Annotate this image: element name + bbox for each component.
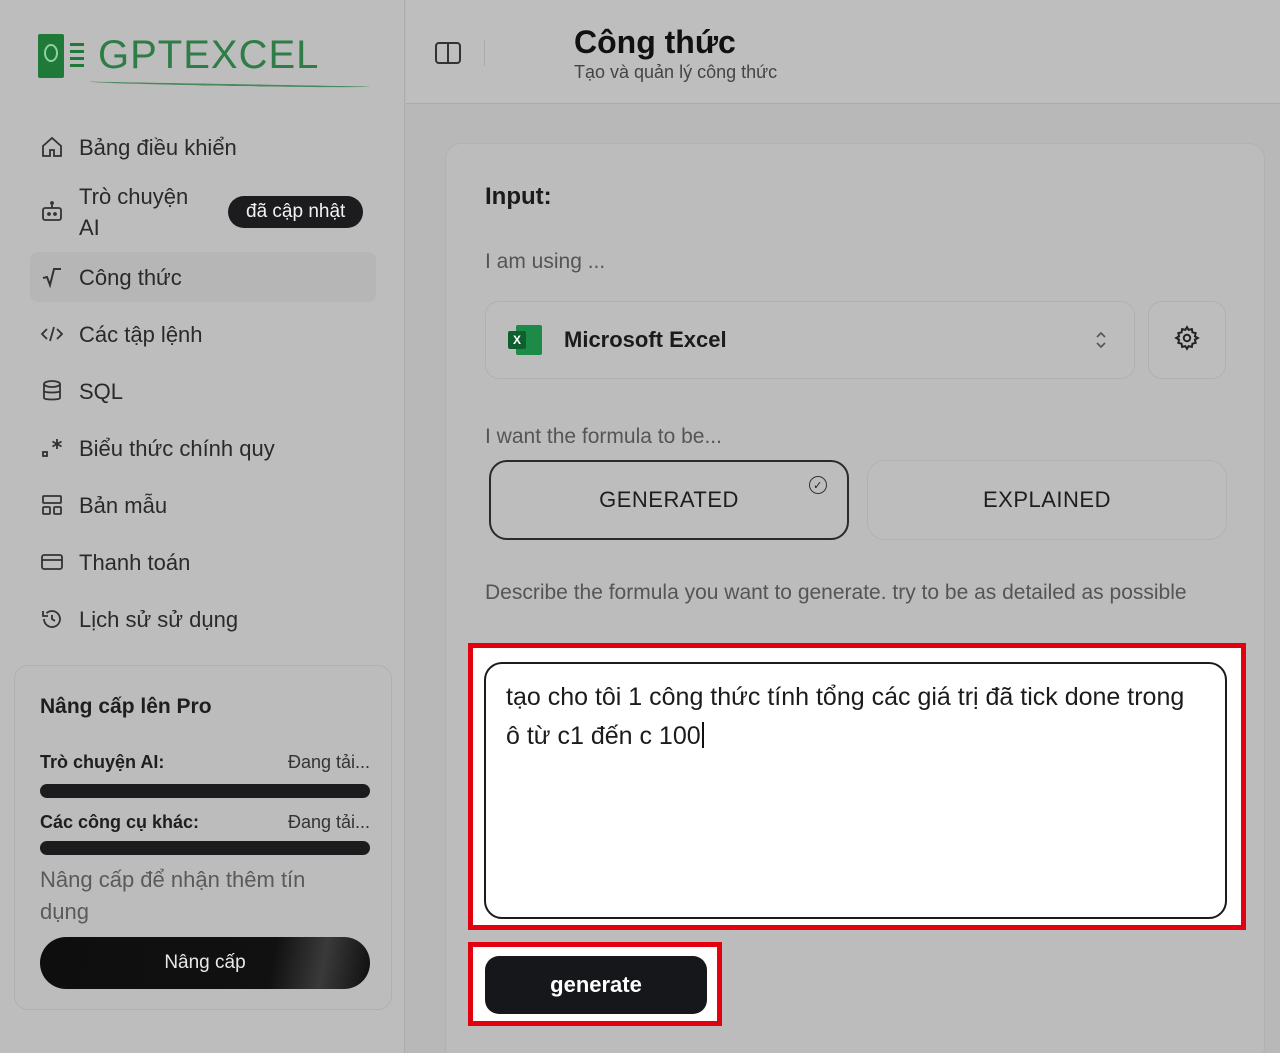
sidebar-item-label: Các tập lệnh <box>79 321 203 347</box>
bot-icon <box>38 198 66 226</box>
credit-card-icon <box>38 548 66 576</box>
logo[interactable]: GPTEXCEL <box>36 30 319 80</box>
sidebar-item-label: Lịch sử sử dụng <box>79 606 239 632</box>
updated-badge: đã cập nhật <box>228 196 364 228</box>
sidebar: GPTEXCEL Bảng điều khiển Trò chuyện AI đ… <box>0 0 405 1053</box>
ai-chat-credits-row: Trò chuyện AI: Đang tải... <box>40 752 370 773</box>
logo-underline <box>89 79 371 89</box>
excel-logo-icon <box>36 30 66 80</box>
template-icon <box>38 491 66 519</box>
upgrade-note: Nâng cấp để nhận thêm tín dụng <box>40 867 306 924</box>
sidebar-item-label: Bản mẫu <box>79 492 168 518</box>
code-icon <box>38 320 66 348</box>
sidebar-item-sql[interactable]: SQL <box>36 366 382 416</box>
logo-text: GPTEXCEL <box>98 32 320 77</box>
sidebar-item-scripts[interactable]: Các tập lệnh <box>36 309 382 359</box>
regex-icon <box>38 434 66 462</box>
header-divider <box>484 40 485 66</box>
sidebar-item-billing[interactable]: Thanh toán <box>36 537 382 587</box>
input-heading: Input: <box>485 183 552 210</box>
sidebar-item-label: Thanh toán <box>79 549 191 575</box>
prompt-textarea[interactable]: tạo cho tôi 1 công thức tính tổng các gi… <box>484 662 1227 919</box>
generate-button[interactable]: generate <box>485 956 707 1014</box>
option-explained-label: EXPLAINED <box>983 487 1111 512</box>
microsoft-excel-icon: X <box>508 325 542 355</box>
other-tools-credits-label: Các công cụ khác: <box>40 812 200 832</box>
app-select-value: Microsoft Excel <box>564 327 727 352</box>
prompt-label: Describe the formula you want to generat… <box>485 581 1187 604</box>
page-header: Công thức Tạo và quản lý công thức <box>406 0 1280 104</box>
ai-chat-credits-label: Trò chuyện AI: <box>40 752 165 772</box>
page-title: Công thức <box>574 24 736 60</box>
ai-chat-credits-value: Đang tải... <box>287 752 370 772</box>
square-root-icon <box>38 263 66 291</box>
sidebar-item-regex[interactable]: Biểu thức chính quy <box>36 423 382 473</box>
gear-icon <box>1174 324 1200 356</box>
sidebar-item-label: Biểu thức chính quy <box>79 435 275 461</box>
app-select[interactable]: X Microsoft Excel <box>485 301 1135 379</box>
sidebar-item-formulas[interactable]: Công thức <box>30 252 376 302</box>
other-tools-credits-bar <box>40 841 370 855</box>
mode-label: I want the formula to be... <box>485 425 722 448</box>
home-icon <box>38 133 66 161</box>
text-caret <box>701 722 704 748</box>
upgrade-pro-card: Nâng cấp lên Pro Trò chuyện AI: Đang tải… <box>14 665 392 1010</box>
chevron-up-down-icon <box>1094 329 1108 351</box>
upgrade-button[interactable]: Nâng cấp <box>40 937 370 989</box>
app-select-label: I am using ... <box>485 250 606 273</box>
sidebar-item-dashboard[interactable]: Bảng điều khiển <box>36 122 382 172</box>
upgrade-pro-title: Nâng cấp lên Pro <box>40 695 212 718</box>
other-tools-credits-value: Đang tải... <box>287 812 370 832</box>
sidebar-item-templates[interactable]: Bản mẫu <box>36 480 382 530</box>
other-tools-credits-row: Các công cụ khác: Đang tải... <box>40 812 370 833</box>
check-circle-icon: ✓ <box>809 476 827 494</box>
option-generated[interactable]: GENERATED ✓ <box>489 460 849 540</box>
prompt-text: tạo cho tôi 1 công thức tính tổng các gi… <box>506 683 1185 750</box>
sidebar-item-ai-chat[interactable]: Trò chuyện AI đã cập nhật <box>36 179 382 245</box>
database-icon <box>38 377 66 405</box>
sidebar-item-usage-history[interactable]: Lịch sử sử dụng <box>36 594 382 644</box>
page-subtitle: Tạo và quản lý công thức <box>574 62 778 82</box>
sidebar-item-label: SQL <box>79 378 124 404</box>
option-generated-label: GENERATED <box>599 487 739 512</box>
ai-chat-credits-bar <box>40 784 370 798</box>
sidebar-nav: Bảng điều khiển Trò chuyện AI đã cập nhậ… <box>30 122 382 651</box>
settings-button[interactable] <box>1148 301 1226 379</box>
logo-lines <box>70 43 84 67</box>
sidebar-item-label: Bảng điều khiển <box>79 134 237 160</box>
sidebar-item-label: Trò chuyện AI <box>79 184 189 240</box>
option-explained[interactable]: EXPLAINED <box>867 460 1227 540</box>
sidebar-toggle-icon[interactable] <box>434 40 462 66</box>
history-icon <box>38 605 66 633</box>
sidebar-item-label: Công thức <box>79 264 182 290</box>
